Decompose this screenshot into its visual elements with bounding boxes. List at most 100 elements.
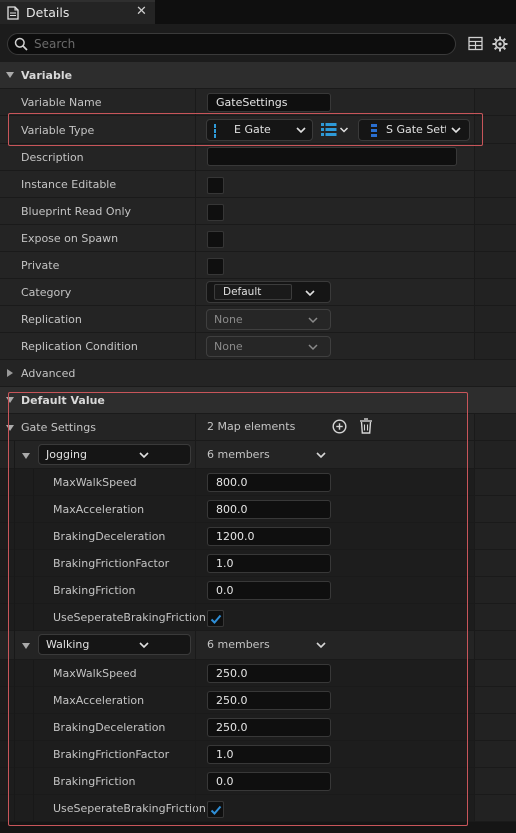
reset-cell — [474, 116, 516, 143]
instance-editable-checkbox[interactable] — [207, 177, 224, 194]
collapse-arrow-icon[interactable] — [22, 643, 30, 649]
use-seperate-braking-friction-checkbox[interactable] — [207, 610, 224, 627]
reset-cell — [474, 577, 516, 603]
section-title: Default Value — [21, 394, 105, 407]
struct-member-row: BrakingFrictionFactor 1.0 — [0, 741, 516, 768]
value-cell — [195, 604, 474, 630]
private-checkbox[interactable] — [207, 258, 224, 275]
member-label: MaxAcceleration — [53, 694, 145, 707]
struct-member-row: UseSeperateBrakingFriction — [0, 604, 516, 631]
member-value-input[interactable]: 0.0 — [207, 581, 331, 600]
member-value-input[interactable]: 800.0 — [207, 473, 331, 492]
replication-condition-dropdown[interactable]: None — [206, 336, 331, 357]
search-input[interactable] — [34, 36, 434, 52]
tab-details[interactable]: Details ✕ — [0, 0, 155, 24]
collapse-arrow-icon — [6, 397, 14, 403]
value-type-dropdown[interactable]: S Gate Sett — [358, 119, 470, 141]
private-label: Private — [21, 259, 60, 272]
row-advanced[interactable]: Advanced — [0, 360, 516, 387]
member-value-input[interactable]: 1.0 — [207, 554, 331, 573]
reset-cell — [474, 225, 516, 251]
value-cell: 250.0 — [195, 714, 474, 740]
member-label: MaxWalkSpeed — [53, 667, 137, 680]
map-entry-header: Jogging 6 members — [0, 441, 516, 469]
reset-cell — [474, 144, 516, 170]
struct-member-row: UseSeperateBrakingFriction — [0, 795, 516, 822]
chevron-down-icon[interactable] — [305, 288, 315, 298]
expand-arrow-icon[interactable] — [7, 369, 13, 377]
member-value-input[interactable]: 1200.0 — [207, 527, 331, 546]
reset-cell — [474, 741, 516, 767]
section-default-value[interactable]: Default Value — [0, 387, 516, 414]
value-cell: Default — [195, 279, 474, 305]
use-seperate-braking-friction-checkbox[interactable] — [207, 801, 224, 818]
collapse-arrow-icon — [6, 72, 14, 78]
blueprint-read-only-checkbox[interactable] — [207, 204, 224, 221]
map-entry-header: Walking 6 members — [0, 631, 516, 660]
category-input[interactable]: Default — [214, 284, 292, 300]
replication-dropdown[interactable]: None — [206, 309, 331, 330]
collapse-arrow-icon[interactable] — [22, 453, 30, 459]
category-combo[interactable]: Default — [206, 281, 331, 303]
chevron-down-icon[interactable] — [316, 450, 326, 460]
row-private: Private — [0, 252, 516, 279]
struct-member-row: BrakingDeceleration 1200.0 — [0, 523, 516, 550]
chevron-down-icon — [139, 452, 149, 459]
description-input[interactable] — [207, 147, 457, 166]
chevron-down-icon — [308, 317, 318, 324]
chevron-down-icon — [139, 642, 149, 649]
struct-member-row: BrakingFriction 0.0 — [0, 577, 516, 604]
value-cell: 6 members — [195, 631, 474, 659]
enum-pin-icon — [214, 124, 216, 128]
row-replication: Replication None — [0, 306, 516, 333]
key-type-dropdown[interactable]: E Gate — [206, 119, 313, 141]
member-label: BrakingDeceleration — [53, 721, 166, 734]
value-cell: 250.0 — [195, 687, 474, 713]
value-cell: 0.0 — [195, 577, 474, 603]
replication-label: Replication — [21, 313, 82, 326]
instance-editable-label: Instance Editable — [21, 178, 117, 191]
collapse-arrow-icon[interactable] — [6, 425, 14, 431]
reset-cell — [474, 714, 516, 740]
details-icon — [6, 6, 20, 20]
member-value-input[interactable]: 0.0 — [207, 772, 331, 791]
key-type-text: E Gate — [234, 123, 271, 136]
enum-pin-icon-part — [214, 134, 216, 138]
value-cell: GateSettings — [195, 89, 474, 115]
reset-cell — [474, 631, 516, 659]
settings-gear-icon[interactable] — [492, 36, 508, 52]
member-value-input[interactable]: 250.0 — [207, 718, 331, 737]
map-key-dropdown[interactable]: Jogging — [38, 444, 191, 465]
member-label: UseSeperateBrakingFriction — [53, 611, 206, 624]
expose-on-spawn-checkbox[interactable] — [207, 231, 224, 248]
map-key-dropdown[interactable]: Walking — [38, 634, 191, 655]
member-label: UseSeperateBrakingFriction — [53, 802, 206, 815]
reset-cell — [474, 89, 516, 115]
reset-cell — [474, 252, 516, 278]
enum-pin-icon-part — [214, 129, 216, 133]
section-variable[interactable]: Variable — [0, 62, 516, 89]
trash-icon[interactable] — [359, 418, 373, 434]
reset-cell — [474, 279, 516, 305]
variable-name-input[interactable]: GateSettings — [207, 93, 331, 112]
variable-name-label: Variable Name — [21, 96, 102, 109]
struct-member-row: MaxWalkSpeed 250.0 — [0, 660, 516, 687]
add-element-icon[interactable] — [332, 419, 347, 434]
reset-cell — [474, 496, 516, 522]
expose-on-spawn-label: Expose on Spawn — [21, 232, 119, 245]
value-cell: 800.0 — [195, 496, 474, 522]
gate-settings-label: Gate Settings — [21, 421, 96, 434]
reset-cell — [474, 441, 516, 468]
member-value-input[interactable]: 250.0 — [207, 691, 331, 710]
value-cell: 250.0 — [195, 660, 474, 686]
member-value-input[interactable]: 800.0 — [207, 500, 331, 519]
chevron-down-icon[interactable] — [316, 640, 326, 650]
reset-cell — [474, 550, 516, 576]
member-value-input[interactable]: 1.0 — [207, 745, 331, 764]
row-category: Category Default — [0, 279, 516, 306]
member-value-input[interactable]: 250.0 — [207, 664, 331, 683]
close-icon[interactable]: ✕ — [136, 4, 147, 19]
table-view-icon[interactable] — [468, 36, 484, 52]
map-container-icon[interactable] — [321, 123, 349, 137]
struct-member-row: BrakingDeceleration 250.0 — [0, 714, 516, 741]
